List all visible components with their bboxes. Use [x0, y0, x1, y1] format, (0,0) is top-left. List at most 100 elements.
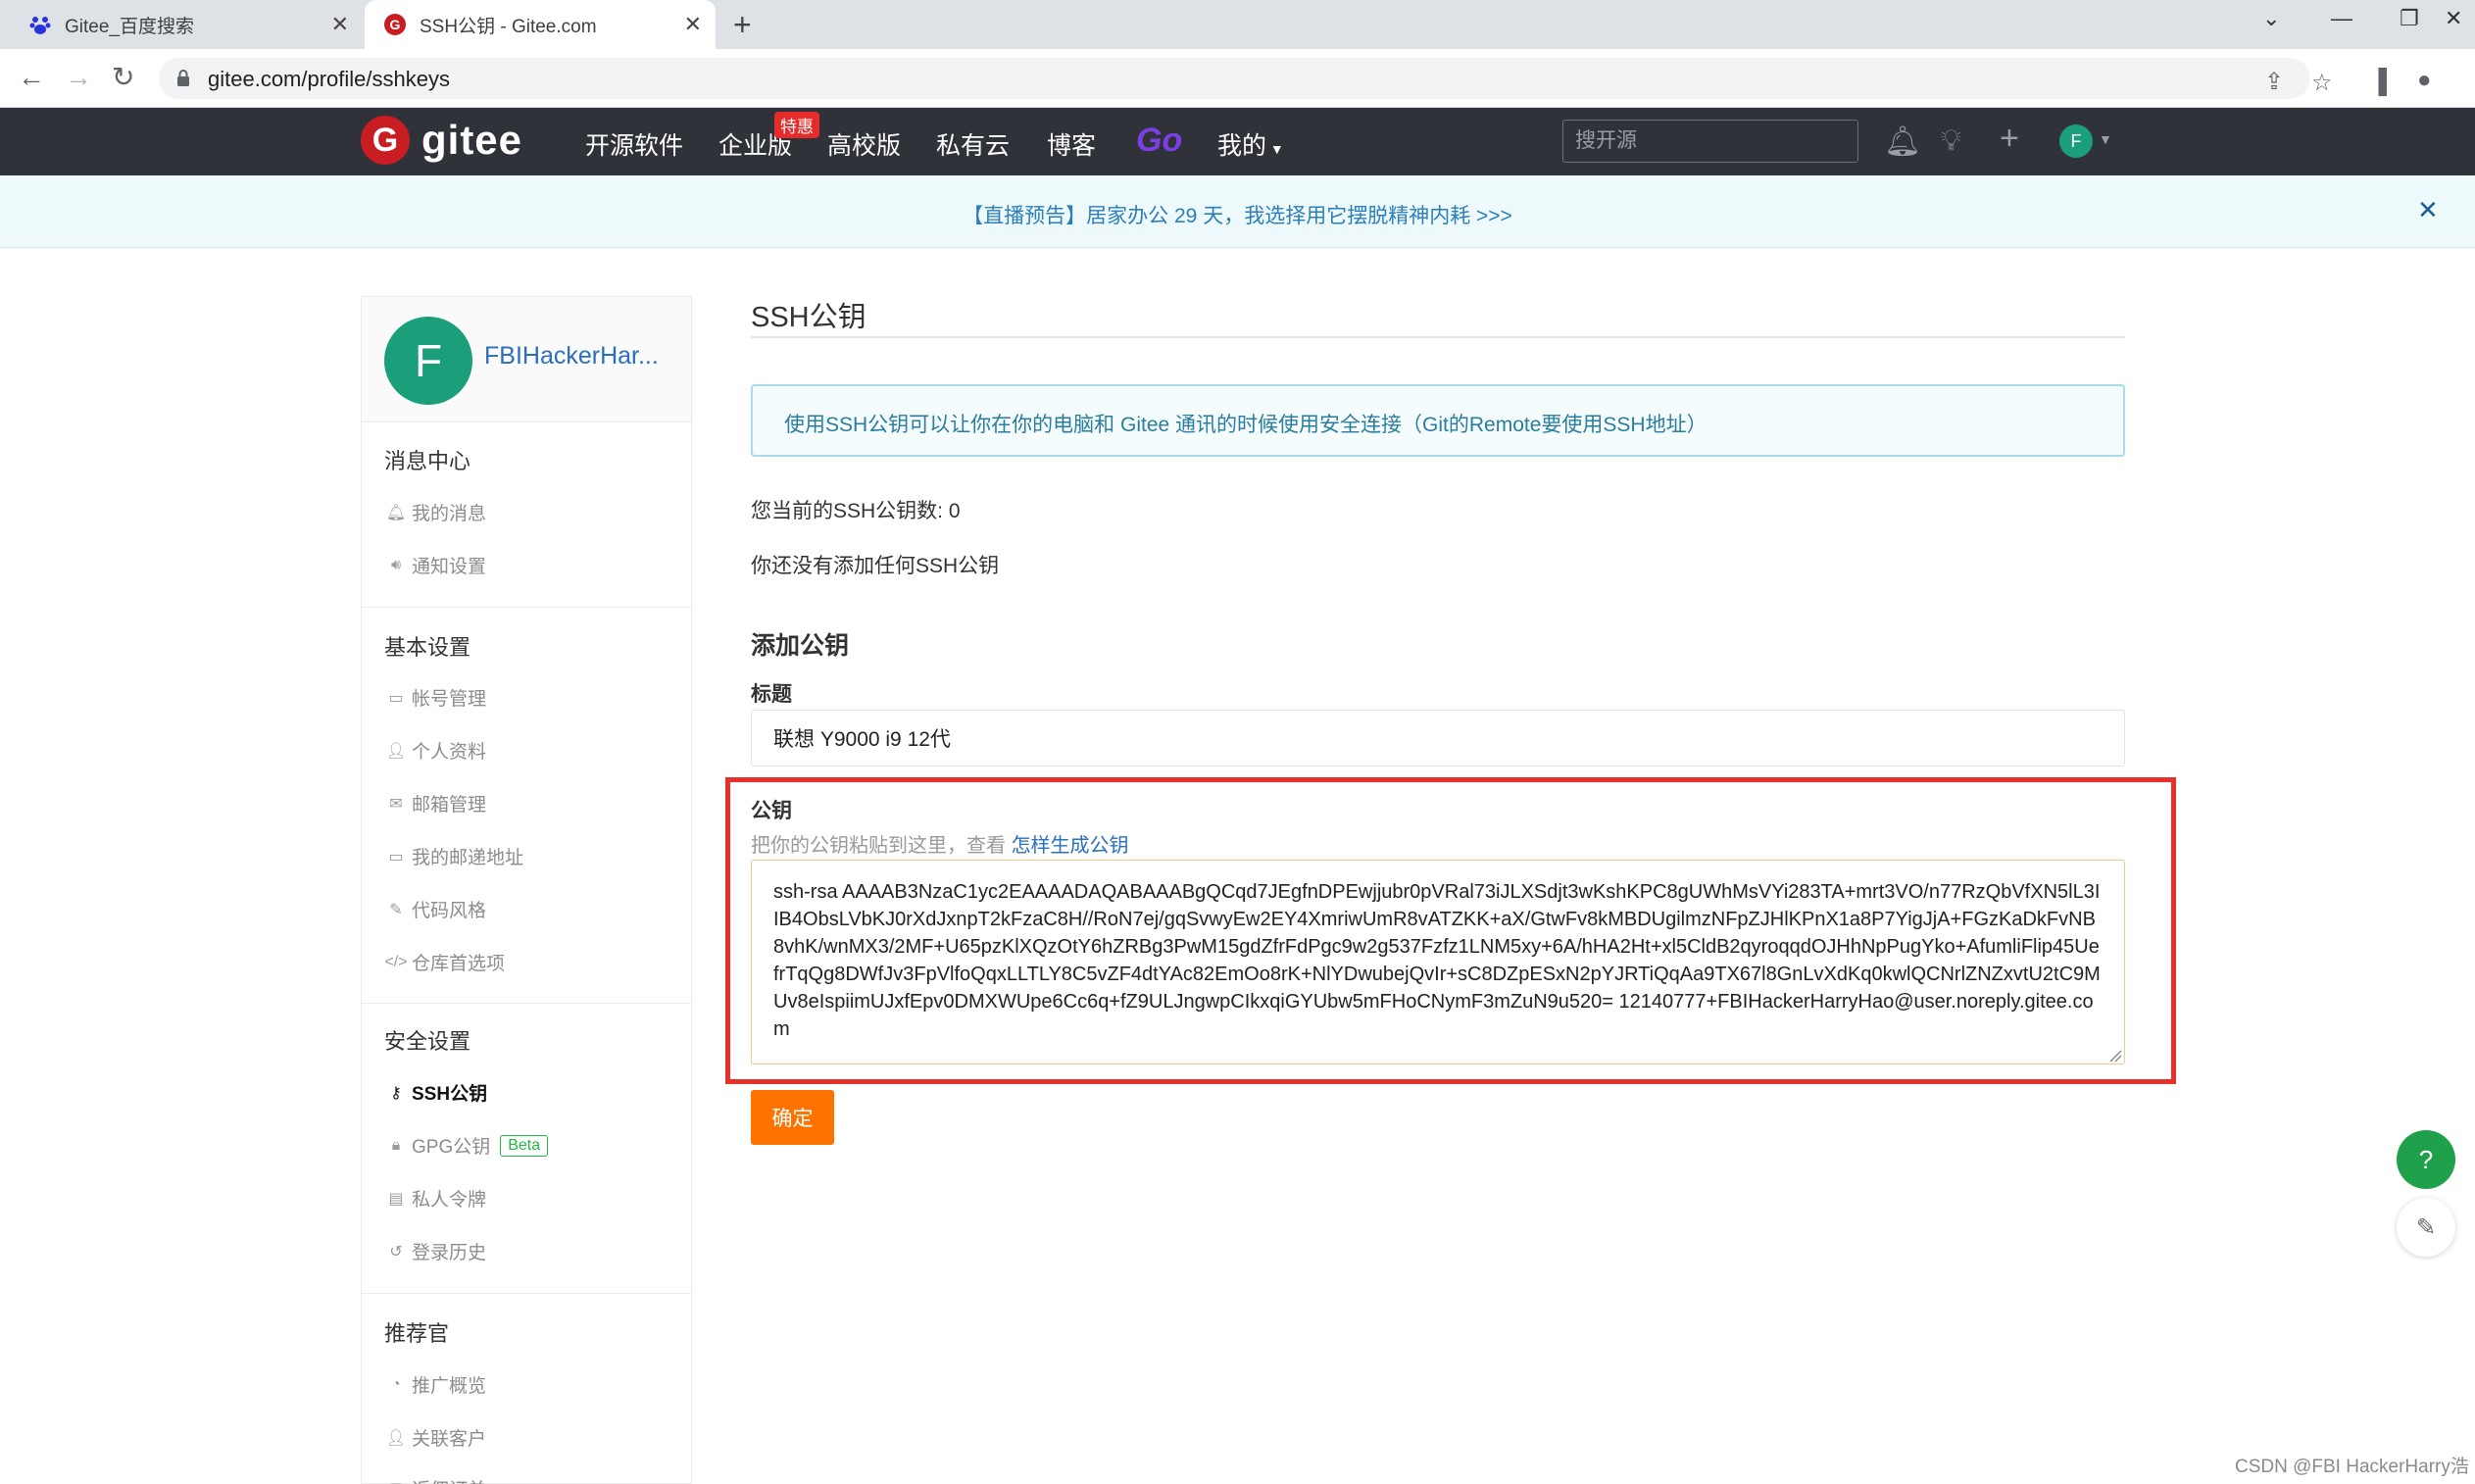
divider [362, 1003, 691, 1004]
add-key-heading: 添加公钥 [751, 632, 850, 660]
restore-icon[interactable]: ❐ [2400, 6, 2419, 31]
nav-mine[interactable]: 我的 ▼ [1217, 126, 1284, 162]
watermark: CSDN @FBI HackerHarry浩 [2235, 1457, 2469, 1477]
lock-icon: 🔒︎ [391, 1136, 401, 1154]
sidebar-panel-icon[interactable]: ▐ [2370, 69, 2387, 96]
public-key-textarea[interactable]: ssh-rsa AAAAB3NzaC1yc2EAAAADAQABAAABgQCq… [751, 860, 2125, 1064]
sidebar-item-label: 关联客户 [412, 1429, 487, 1450]
baidu-icon [29, 17, 51, 34]
nav-education[interactable]: 高校版 [827, 126, 901, 162]
announcement-link[interactable]: 【直播预告】居家办公 29 天，我选择用它摆脱精神内耗 >>> [0, 200, 2475, 229]
chevron-down-icon[interactable]: ⌄ [2262, 6, 2280, 31]
id-card-icon: ▭ [388, 689, 404, 707]
sidebar-item-repo-preferences[interactable]: </> 仓库首选项 [384, 949, 505, 975]
nav-mine-label: 我的 [1217, 132, 1267, 160]
sidebar-item-promo-overview[interactable]: ◔ 推广概览 [384, 1371, 486, 1398]
lightbulb-icon[interactable]: 💡︎ [1941, 124, 1961, 158]
caret-down-icon: ▼ [1266, 141, 1284, 157]
sidebar-item-label: 登录历史 [412, 1243, 487, 1263]
sidebar-item-ssh-keys[interactable]: ⚷ SSH公钥 [384, 1079, 487, 1106]
avatar[interactable]: F [2059, 124, 2093, 158]
sidebar-item-label: GPG公钥 [412, 1137, 491, 1158]
textarea-resize-handle[interactable] [2108, 1049, 2122, 1063]
share-icon[interactable]: ⇪ [2264, 68, 2284, 96]
gitee-navbar: G gitee 开源软件 企业版 特惠 高校版 私有云 博客 Go 我的 ▼ 🔔… [0, 108, 2475, 175]
avatar[interactable]: F [384, 317, 472, 405]
sidebar-item-private-tokens[interactable]: ▤ 私人令牌 [384, 1185, 486, 1212]
search-input[interactable] [1562, 120, 1858, 163]
caret-down-icon[interactable]: ▼ [2099, 131, 2112, 147]
announcement-bar: 【直播预告】居家办公 29 天，我选择用它摆脱精神内耗 >>> ✕ [0, 175, 2475, 248]
code-icon: </> [384, 953, 408, 970]
empty-state-text: 你还没有添加任何SSH公钥 [751, 555, 1000, 577]
sidebar-item-commission-orders[interactable]: ▤ 返佣订单 [384, 1475, 486, 1484]
sidebar-item-label: SSH公钥 [412, 1084, 488, 1105]
forward-icon[interactable]: → [65, 63, 92, 92]
url-bar[interactable]: gitee.com/profile/sshkeys ⇪ [159, 58, 2310, 99]
sidebar-item-label: 私人令牌 [412, 1190, 487, 1211]
sidebar-item-login-history[interactable]: ↺ 登录历史 [384, 1238, 486, 1264]
sidebar-item-account[interactable]: ▭ 帐号管理 [384, 684, 486, 711]
bell-icon: 🔔︎ [385, 504, 407, 521]
bell-icon[interactable]: 🔔︎ [1884, 124, 1921, 159]
plus-icon[interactable]: + [2000, 120, 2019, 158]
sidebar-item-label: 返佣订单 [412, 1475, 486, 1484]
ssh-key-count: 您当前的SSH公钥数: 0 [751, 500, 961, 522]
divider [751, 336, 2125, 338]
token-icon: ▤ [388, 1190, 404, 1208]
close-icon[interactable]: ✕ [331, 13, 349, 36]
reload-icon[interactable]: ↻ [112, 63, 134, 92]
sidebar-item-code-style[interactable]: ✎ 代码风格 [384, 896, 486, 922]
bookmark-star-icon[interactable]: ☆ [2311, 69, 2333, 97]
how-to-generate-key-link[interactable]: 怎样生成公钥 [1012, 835, 1129, 857]
tab-title: SSH公钥 - Gitee.com [420, 16, 597, 37]
nav-open-source[interactable]: 开源软件 [585, 126, 683, 162]
section-title-security: 安全设置 [384, 1029, 471, 1054]
settings-sidebar: F FBIHackerHar... 消息中心 🔔︎ 我的消息 🔊︎ 通知设置 基本设… [361, 296, 692, 1484]
sidebar-item-emails[interactable]: ✉ 邮箱管理 [384, 790, 486, 816]
brush-icon: ✎ [389, 901, 403, 918]
user-icon: 👤︎ [385, 742, 407, 760]
section-title-basic: 基本设置 [384, 635, 471, 660]
speaker-icon: 🔊︎ [390, 556, 402, 573]
resize-grip-icon [2109, 1050, 2122, 1063]
confirm-button[interactable]: 确定 [751, 1090, 834, 1145]
sidebar-item-label: 仓库首选项 [412, 954, 506, 974]
sidebar-item-label: 通知设置 [412, 557, 487, 577]
help-button[interactable]: ? [2397, 1130, 2455, 1189]
sidebar-item-notification-settings[interactable]: 🔊︎ 通知设置 [384, 552, 486, 578]
minimize-icon[interactable]: — [2331, 6, 2352, 31]
key-icon: ⚷ [390, 1084, 402, 1102]
profile-icon[interactable]: ● [2417, 67, 2432, 94]
sidebar-item-gpg-keys[interactable]: 🔒︎ GPG公钥 Beta [384, 1132, 549, 1159]
back-icon[interactable]: ← [18, 63, 45, 92]
sidebar-item-addresses[interactable]: ▭ 我的邮递地址 [384, 843, 523, 869]
browser-tab-gitee[interactable]: G SSH公钥 - Gitee.com ✕ [365, 0, 716, 49]
sidebar-item-label: 代码风格 [412, 901, 487, 921]
new-tab-icon[interactable]: + [733, 8, 752, 41]
public-key-hint: 把你的公钥粘贴到这里，查看 怎样生成公钥 [751, 829, 1129, 858]
nav-blog[interactable]: 博客 [1047, 126, 1096, 162]
lock-icon [177, 70, 189, 86]
beta-badge: Beta [500, 1134, 549, 1157]
sidebar-item-profile[interactable]: 👤︎ 个人资料 [384, 737, 486, 764]
nav-go[interactable]: Go [1136, 122, 1182, 160]
username[interactable]: FBIHackerHar... [484, 342, 659, 371]
info-text: 使用SSH公钥可以让你在你的电脑和 Gitee 通讯的时候使用安全连接（Git的… [784, 414, 1708, 436]
feedback-edit-icon[interactable]: ✎ [2397, 1198, 2455, 1257]
gitee-logo[interactable]: G gitee [361, 116, 522, 165]
sidebar-item-label: 我的邮递地址 [412, 848, 524, 868]
sidebar-item-label: 推广概览 [412, 1376, 487, 1397]
sidebar-item-label: 邮箱管理 [412, 795, 487, 816]
nav-private-cloud[interactable]: 私有云 [936, 126, 1010, 162]
page-title: SSH公钥 [751, 302, 866, 333]
info-box: 使用SSH公钥可以让你在你的电脑和 Gitee 通讯的时候使用安全连接（Git的… [751, 384, 2125, 457]
sidebar-item-linked-customers[interactable]: 👤︎ 关联客户 [384, 1424, 486, 1451]
browser-tab-baidu[interactable]: Gitee_百度搜索 ✕ [10, 0, 363, 49]
window-close-icon[interactable]: ✕ [2445, 6, 2462, 31]
sidebar-item-label: 我的消息 [412, 504, 487, 524]
close-icon[interactable]: ✕ [2417, 195, 2439, 225]
key-title-input[interactable] [751, 710, 2125, 767]
close-icon[interactable]: ✕ [684, 13, 702, 36]
sidebar-item-my-messages[interactable]: 🔔︎ 我的消息 [384, 499, 486, 525]
